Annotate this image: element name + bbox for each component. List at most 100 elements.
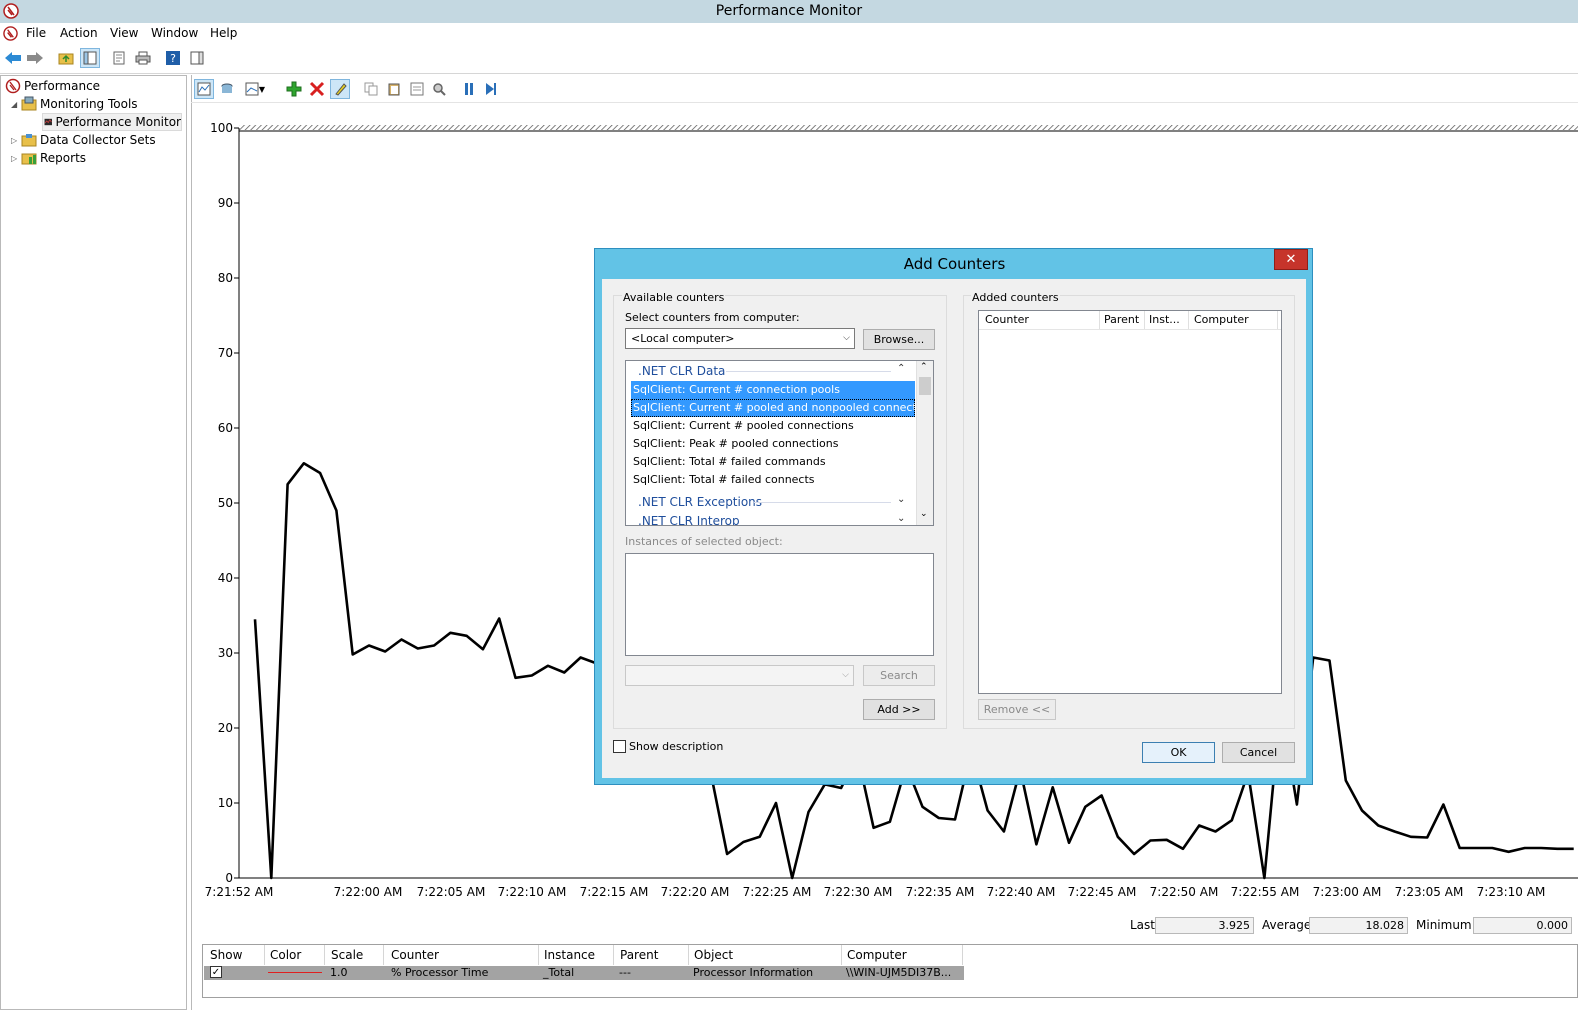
- table-row[interactable]: ✓ 1.0 % Processor Time _Total --- Proces…: [204, 966, 964, 980]
- counter-item[interactable]: SqlClient: Current # connection pools: [631, 381, 915, 399]
- forward-button[interactable]: [25, 48, 45, 68]
- category-net-clr-data[interactable]: .NET CLR Data: [638, 362, 725, 380]
- reports-folder-icon: [21, 153, 37, 165]
- menu-file[interactable]: File: [26, 26, 46, 40]
- column-instance[interactable]: Inst...: [1149, 313, 1180, 326]
- x-tick-label: 7:22:20 AM: [661, 885, 730, 899]
- collapsed-arrow-icon[interactable]: ▷: [11, 136, 21, 145]
- available-counters-list[interactable]: .NET CLR Data ⌃ SqlClient: Current # con…: [625, 360, 934, 526]
- update-data-button[interactable]: [481, 79, 501, 99]
- column-computer[interactable]: Computer: [847, 948, 907, 962]
- show-hide-action-pane-button[interactable]: [187, 48, 207, 68]
- menu-window[interactable]: Window: [151, 26, 198, 40]
- close-button[interactable]: ✕: [1274, 249, 1308, 270]
- counter-item[interactable]: SqlClient: Current # pooled connections: [631, 417, 915, 435]
- show-hide-tree-button[interactable]: [80, 48, 100, 68]
- tree-item-reports[interactable]: ▷ Reports: [11, 149, 86, 167]
- column-parent[interactable]: Parent: [1104, 313, 1139, 326]
- column-scale[interactable]: Scale: [331, 948, 363, 962]
- performance-icon: [5, 78, 21, 94]
- y-tick-label: 50: [218, 496, 233, 510]
- menu-help[interactable]: Help: [210, 26, 237, 40]
- tree-item-data-collector-sets[interactable]: ▷ Data Collector Sets: [11, 131, 156, 149]
- view-current-activity-button[interactable]: [194, 79, 214, 99]
- counter-item[interactable]: SqlClient: Total # failed commands: [631, 453, 915, 471]
- browse-button[interactable]: Browse...: [863, 329, 935, 350]
- parent-cell: ---: [619, 966, 631, 979]
- x-tick-label: 7:22:00 AM: [334, 885, 403, 899]
- up-folder-button[interactable]: [56, 48, 76, 68]
- ok-button[interactable]: OK: [1142, 742, 1215, 763]
- zoom-button[interactable]: [429, 79, 449, 99]
- column-computer[interactable]: Computer: [1194, 313, 1249, 326]
- properties-button[interactable]: [109, 48, 129, 68]
- change-graph-type-button[interactable]: ▼: [241, 79, 269, 99]
- menu-action[interactable]: Action: [60, 26, 98, 40]
- log-data-icon: [221, 83, 233, 93]
- document-icon: [113, 51, 125, 65]
- expand-chevron-icon[interactable]: ⌄: [897, 494, 905, 505]
- collapse-chevron-icon[interactable]: ⌃: [897, 363, 905, 374]
- add-counter-button[interactable]: [284, 79, 304, 99]
- paste-counter-list-button[interactable]: [384, 79, 404, 99]
- performance-monitor-chart-icon: [44, 118, 52, 126]
- x-tick-label: 7:23:05 AM: [1395, 885, 1464, 899]
- y-tick-label: 40: [218, 571, 233, 585]
- added-counters-list[interactable]: Counter Parent Inst... Computer: [978, 310, 1282, 694]
- tree-item-monitoring-tools[interactable]: ◢ Monitoring Tools: [11, 95, 138, 113]
- column-show[interactable]: Show: [210, 948, 242, 962]
- scroll-thumb[interactable]: [919, 377, 931, 395]
- freeze-display-button[interactable]: [459, 79, 479, 99]
- scroll-down-icon[interactable]: ⌄: [920, 509, 928, 519]
- category-net-clr-interop[interactable]: .NET CLR Interop: [638, 512, 740, 525]
- copy-properties-button[interactable]: [361, 79, 381, 99]
- column-instance[interactable]: Instance: [544, 948, 595, 962]
- expanded-arrow-icon[interactable]: ◢: [11, 100, 21, 109]
- view-log-data-button[interactable]: [217, 79, 237, 99]
- tree-item-label: Performance Monitor: [55, 115, 181, 129]
- y-tick-label: 0: [225, 871, 233, 885]
- collapsed-arrow-icon[interactable]: ▷: [11, 154, 21, 163]
- instances-list[interactable]: [625, 553, 934, 656]
- help-button[interactable]: ?: [163, 48, 183, 68]
- column-counter[interactable]: Counter: [985, 313, 1029, 326]
- x-tick-label: 7:22:30 AM: [824, 885, 893, 899]
- properties-button[interactable]: [407, 79, 427, 99]
- counter-item[interactable]: SqlClient: Peak # pooled connections: [631, 435, 915, 453]
- column-color[interactable]: Color: [270, 948, 301, 962]
- list-scrollbar[interactable]: ⌃ ⌄: [916, 361, 933, 525]
- highlight-button[interactable]: [330, 79, 350, 99]
- tree-item-performance[interactable]: Performance: [5, 77, 100, 95]
- expand-chevron-icon[interactable]: ⌄: [897, 513, 905, 524]
- show-description-checkbox[interactable]: [613, 740, 626, 753]
- folder-up-icon: [58, 53, 74, 65]
- menu-view[interactable]: View: [110, 26, 138, 40]
- instances-search-field[interactable]: ⌵: [625, 665, 854, 686]
- column-parent[interactable]: Parent: [620, 948, 658, 962]
- scroll-up-icon[interactable]: ⌃: [920, 362, 928, 372]
- counter-item[interactable]: SqlClient: Total # failed connects: [631, 471, 915, 489]
- x-tick-label: 7:22:35 AM: [906, 885, 975, 899]
- computer-select-value: <Local computer>: [631, 332, 735, 345]
- add-button[interactable]: Add >>: [863, 699, 935, 720]
- remove-button[interactable]: Remove <<: [978, 699, 1056, 720]
- delete-counter-button[interactable]: [307, 79, 327, 99]
- show-checkbox[interactable]: ✓: [210, 966, 222, 978]
- system-menu-icon[interactable]: [3, 26, 18, 41]
- dialog-title: Add Counters: [903, 255, 1006, 273]
- cancel-button[interactable]: Cancel: [1222, 742, 1295, 763]
- properties-icon: [410, 82, 424, 96]
- x-tick-label: 7:22:45 AM: [1068, 885, 1137, 899]
- counter-cell: % Processor Time: [391, 966, 489, 979]
- y-tick-label: 60: [218, 421, 233, 435]
- column-counter[interactable]: Counter: [391, 948, 439, 962]
- print-button[interactable]: [133, 48, 153, 68]
- column-object[interactable]: Object: [694, 948, 733, 962]
- computer-select[interactable]: <Local computer> ⌵: [625, 328, 855, 349]
- pause-icon: [465, 83, 473, 95]
- tree-item-performance-monitor[interactable]: Performance Monitor: [42, 113, 182, 131]
- category-net-clr-exceptions[interactable]: .NET CLR Exceptions: [638, 493, 762, 511]
- search-button[interactable]: Search: [863, 665, 935, 686]
- counter-item[interactable]: SqlClient: Current # pooled and nonpoole…: [631, 399, 933, 417]
- back-button[interactable]: [3, 48, 23, 68]
